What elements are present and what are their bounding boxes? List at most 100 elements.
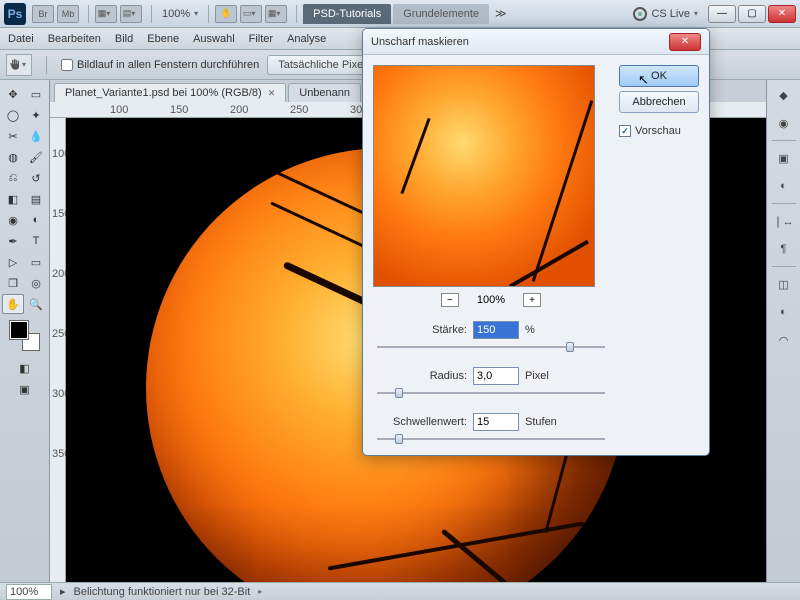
view-extras-button[interactable]: ▦▾ xyxy=(95,5,117,23)
maximize-button[interactable]: ▢ xyxy=(738,5,766,23)
heal-tool[interactable]: ◍ xyxy=(2,147,24,167)
radius-label: Radius: xyxy=(373,370,467,382)
path-select-tool[interactable]: ▷ xyxy=(2,252,24,272)
cancel-button[interactable]: Abbrechen xyxy=(619,91,699,113)
color-swatches[interactable] xyxy=(10,321,40,351)
3d-tool[interactable]: ❒ xyxy=(2,273,24,293)
menu-edit[interactable]: Bearbeiten xyxy=(48,33,101,45)
screenmode-toggle[interactable]: ▣ xyxy=(14,379,36,399)
bridge-button[interactable]: Br xyxy=(32,5,54,23)
ok-button[interactable]: OK ↖ xyxy=(619,65,699,87)
swatches-panel-icon[interactable]: ◉ xyxy=(772,112,796,134)
filter-preview[interactable] xyxy=(373,65,595,287)
dialog-titlebar[interactable]: Unscharf maskieren ✕ xyxy=(363,29,709,55)
current-tool-hand-icon[interactable]: ▾ xyxy=(6,54,32,76)
quickmask-toggle[interactable]: ◧ xyxy=(14,358,36,378)
character-panel-icon[interactable]: ❘↔ xyxy=(772,210,796,232)
layers-panel-icon[interactable]: ◫ xyxy=(772,273,796,295)
actual-pixels-button[interactable]: Tatsächliche Pixel xyxy=(267,55,376,75)
checkbox-checked-icon: ✓ xyxy=(619,125,631,137)
radius-slider[interactable] xyxy=(377,387,605,399)
document-tab[interactable]: Planet_Variante1.psd bei 100% (RGB/8) ✕ xyxy=(54,83,286,102)
minibridge-button[interactable]: Mb xyxy=(57,5,79,23)
arrange-button[interactable]: ▦▾ xyxy=(265,5,287,23)
preview-checkbox-label: Vorschau xyxy=(635,125,681,137)
strength-input[interactable] xyxy=(473,321,519,339)
preview-zoom-out-button[interactable]: − xyxy=(441,293,459,307)
menu-select[interactable]: Auswahl xyxy=(193,33,235,45)
strength-label: Stärke: xyxy=(373,324,467,336)
workspace-more[interactable]: ≫ xyxy=(495,7,507,20)
dodge-tool[interactable]: ◐ xyxy=(25,210,47,230)
cslive-menu[interactable]: CS Live▾ xyxy=(633,7,702,21)
wand-tool[interactable]: ✦ xyxy=(25,105,47,125)
brush-tool[interactable]: 🖌 xyxy=(25,147,47,167)
marquee-tool[interactable]: ▭ xyxy=(25,84,47,104)
cursor-icon: ↖ xyxy=(638,72,649,88)
3d-camera-tool[interactable]: ◎ xyxy=(25,273,47,293)
menu-analysis[interactable]: Analyse xyxy=(287,33,326,45)
color-panel-icon[interactable]: ◆ xyxy=(772,84,796,106)
threshold-input[interactable] xyxy=(473,413,519,431)
unsharp-mask-dialog: Unscharf maskieren ✕ − 100% + Stärke: % … xyxy=(362,28,710,456)
zoom-level[interactable]: 100% xyxy=(162,8,190,20)
zoom-tool[interactable]: 🔍 xyxy=(25,294,47,314)
masks-panel-icon[interactable]: ◐ xyxy=(772,175,796,197)
document-tab-title: Planet_Variante1.psd bei 100% (RGB/8) xyxy=(65,87,262,99)
threshold-slider[interactable] xyxy=(377,433,605,445)
workspace-tab-tutorials[interactable]: PSD-Tutorials xyxy=(303,4,391,24)
lasso-tool[interactable]: ◯ xyxy=(2,105,24,125)
screen-mode-button[interactable]: ▭▾ xyxy=(240,5,262,23)
close-button[interactable]: ✕ xyxy=(768,5,796,23)
document-tab-close-icon[interactable]: ✕ xyxy=(268,88,276,99)
ps-logo: Ps xyxy=(4,3,26,25)
preview-checkbox[interactable]: ✓ Vorschau xyxy=(619,125,699,137)
menu-file[interactable]: Datei xyxy=(8,33,34,45)
hand-icon xyxy=(8,58,22,72)
minimize-button[interactable]: — xyxy=(708,5,736,23)
shape-tool[interactable]: ▭ xyxy=(25,252,47,272)
radius-input[interactable] xyxy=(473,367,519,385)
history-brush-tool[interactable]: ↺ xyxy=(25,168,47,188)
strength-slider[interactable] xyxy=(377,341,605,353)
channels-panel-icon[interactable]: ◐ xyxy=(772,301,796,323)
move-tool[interactable]: ✥ xyxy=(2,84,24,104)
paragraph-panel-icon[interactable]: ¶ xyxy=(772,238,796,260)
adjustments-panel-icon[interactable]: ▣ xyxy=(772,147,796,169)
scroll-all-label: Bildlauf in allen Fenstern durchführen xyxy=(77,59,259,71)
document-tab-title: Unbenann xyxy=(299,87,350,99)
cslive-icon xyxy=(633,7,647,21)
crop-tool[interactable]: ✂ xyxy=(2,126,24,146)
statusbar: 100% ▸ Belichtung funktioniert nur bei 3… xyxy=(0,582,800,600)
menu-layer[interactable]: Ebene xyxy=(147,33,179,45)
radius-unit: Pixel xyxy=(525,370,549,382)
view-rulers-button[interactable]: ▤▾ xyxy=(120,5,142,23)
pen-tool[interactable]: ✒ xyxy=(2,231,24,251)
toolbox: ✥▭ ◯✦ ✂💧 ◍🖌 ⎌↺ ◧▤ ◉◐ ✒T ▷▭ ❒◎ ✋🔍 ◧ ▣ xyxy=(0,80,50,582)
document-tab[interactable]: Unbenann xyxy=(288,83,361,102)
dialog-close-button[interactable]: ✕ xyxy=(669,33,701,51)
blur-tool[interactable]: ◉ xyxy=(2,210,24,230)
preview-zoom-in-button[interactable]: + xyxy=(523,293,541,307)
panel-dock: ◆ ◉ ▣ ◐ ❘↔ ¶ ◫ ◐ ◠ xyxy=(766,80,800,582)
scroll-all-checkbox[interactable]: Bildlauf in allen Fenstern durchführen xyxy=(61,59,259,71)
paths-panel-icon[interactable]: ◠ xyxy=(772,329,796,351)
strength-unit: % xyxy=(525,324,535,336)
status-arrow-icon[interactable]: ▸ xyxy=(60,585,66,598)
stamp-tool[interactable]: ⎌ xyxy=(2,168,24,188)
threshold-unit: Stufen xyxy=(525,416,557,428)
status-zoom[interactable]: 100% xyxy=(6,584,52,600)
preview-zoom-level: 100% xyxy=(477,294,505,306)
threshold-label: Schwellenwert: xyxy=(373,416,467,428)
menu-filter[interactable]: Filter xyxy=(249,33,273,45)
eyedropper-tool[interactable]: 💧 xyxy=(25,126,47,146)
dialog-title: Unscharf maskieren xyxy=(371,36,669,48)
workspace-tab-essentials[interactable]: Grundelemente xyxy=(393,4,489,24)
gradient-tool[interactable]: ▤ xyxy=(25,189,47,209)
foreground-color[interactable] xyxy=(10,321,28,339)
menu-image[interactable]: Bild xyxy=(115,33,133,45)
hand-tool[interactable]: ✋ xyxy=(2,294,24,314)
type-tool[interactable]: T xyxy=(25,231,47,251)
hand-tool-titlebar[interactable]: ✋ xyxy=(215,5,237,23)
eraser-tool[interactable]: ◧ xyxy=(2,189,24,209)
